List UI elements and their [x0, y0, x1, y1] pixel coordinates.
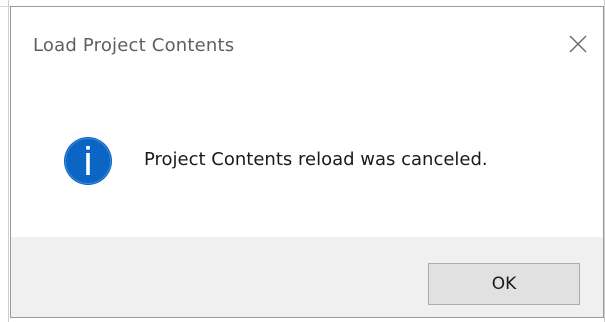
- dialog-title: Load Project Contents: [33, 35, 235, 56]
- dialog-footer: OK: [11, 237, 603, 317]
- close-button[interactable]: [561, 27, 595, 61]
- dialog-titlebar: Load Project Contents: [11, 7, 603, 81]
- background-window-edge-left: [8, 0, 9, 322]
- dialog-body: Project Contents reload was canceled.: [11, 81, 603, 237]
- ok-button[interactable]: OK: [428, 263, 580, 305]
- info-icon: [64, 137, 112, 185]
- dialog-message: Project Contents reload was canceled.: [144, 149, 488, 170]
- message-dialog: Load Project Contents Project Contents r…: [10, 6, 604, 318]
- screen: Load Project Contents Project Contents r…: [0, 0, 605, 322]
- close-icon: [569, 35, 587, 53]
